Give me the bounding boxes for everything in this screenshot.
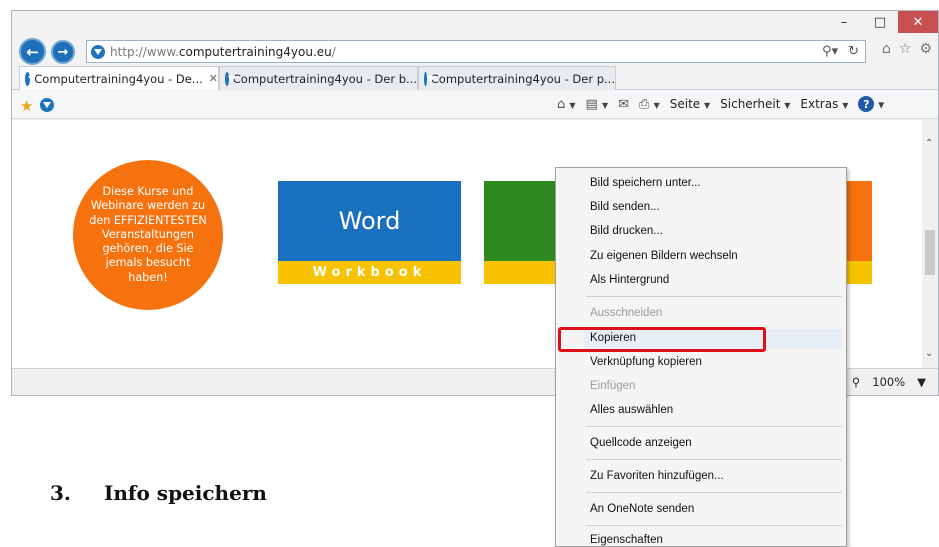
zoom-icon: ⚲ xyxy=(851,375,861,389)
command-bar: ★ ⌂ ▼ ▤ ▼ ✉ ⎙ ▼ Seite ▼ Sicherheit ▼ Ext… xyxy=(12,91,938,119)
tile-subtitle: Workbook xyxy=(278,261,461,284)
tab-close-icon[interactable]: ✕ xyxy=(209,72,218,85)
maximize-icon[interactable]: □ xyxy=(862,11,898,33)
scroll-up-icon[interactable]: ⌃ xyxy=(925,138,933,149)
extras-menu[interactable]: Extras ▼ xyxy=(800,97,848,111)
url-host: computertraining4you.eu xyxy=(178,44,332,59)
site-shield-icon xyxy=(25,71,37,86)
back-arrow-icon[interactable]: ← xyxy=(19,38,46,65)
menu-item-add-favorites[interactable]: Zu Favoriten hinzufügen... xyxy=(590,470,724,482)
print-icon[interactable]: ⎙ ▼ xyxy=(639,97,660,112)
extras-menu-label: Extras xyxy=(800,97,839,111)
close-icon[interactable]: ✕ xyxy=(898,11,938,33)
menu-separator xyxy=(586,296,842,297)
site-shield-icon xyxy=(424,71,435,86)
navigation-row: ← → http://www. computertraining4you.eu / … xyxy=(12,37,938,65)
scroll-thumb[interactable] xyxy=(925,230,935,275)
site-shield-icon xyxy=(91,44,105,59)
menu-item-paste: Einfügen xyxy=(590,380,636,392)
mail-icon[interactable]: ✉ xyxy=(618,97,629,112)
menu-item-my-pictures[interactable]: Zu eigenen Bildern wechseln xyxy=(590,250,738,262)
menu-item-save-image[interactable]: Bild speichern unter... xyxy=(590,177,701,189)
vertical-scrollbar[interactable]: ⌃ ⌄ xyxy=(922,120,938,368)
promo-text: Diese Kurse und Webinare werden zu den E… xyxy=(89,185,207,284)
safety-menu-label: Sicherheit xyxy=(720,97,781,111)
menu-item-copy-shortcut[interactable]: Verknüpfung kopieren xyxy=(590,356,702,368)
search-icon[interactable]: ⚲▾ xyxy=(822,44,838,59)
page-menu[interactable]: Seite ▼ xyxy=(670,97,710,111)
refresh-icon[interactable]: ↻ xyxy=(848,44,859,59)
help-menu[interactable]: ? ▼ xyxy=(858,96,884,112)
site-shield-icon[interactable] xyxy=(40,98,54,112)
tab-label: Computertraining4you - Der p... xyxy=(430,71,615,86)
section-heading: 3. Info speichern xyxy=(50,481,267,505)
zoom-control[interactable]: ⚲ 100% ▼ xyxy=(852,375,926,389)
menu-item-properties[interactable]: Eigenschaften xyxy=(590,534,663,546)
forward-arrow-icon[interactable]: → xyxy=(51,40,75,64)
toolbar-icons: ⌂ ☆ ⚙ xyxy=(882,41,932,57)
favorites-star-icon[interactable]: ☆ xyxy=(899,41,912,57)
menu-item-print-image[interactable]: Bild drucken... xyxy=(590,225,663,237)
tab-bar: Computertraining4you - De... ✕ Computert… xyxy=(12,66,938,90)
menu-separator xyxy=(586,525,842,526)
tab-2[interactable]: Computertraining4you - Der b... xyxy=(219,66,418,90)
menu-item-send-image[interactable]: Bild senden... xyxy=(590,201,660,213)
heading-number: 3. xyxy=(50,481,71,505)
tab-label: Computertraining4you - Der b... xyxy=(232,71,417,86)
minimize-icon[interactable]: – xyxy=(826,11,862,33)
chevron-down-icon[interactable]: ▼ xyxy=(917,375,926,389)
window-controls: – □ ✕ xyxy=(826,11,938,37)
menu-separator xyxy=(586,492,842,493)
menu-separator xyxy=(586,426,842,427)
rss-feed-icon[interactable]: ▤ ▼ xyxy=(586,97,609,112)
help-icon: ? xyxy=(858,96,875,112)
tile-title: Word xyxy=(278,181,461,261)
menu-item-set-background[interactable]: Als Hintergrund xyxy=(590,274,669,286)
site-shield-icon xyxy=(225,71,236,86)
address-bar[interactable]: http://www. computertraining4you.eu / ⚲▾ ↻ xyxy=(86,40,866,63)
home-icon[interactable]: ⌂ ▼ xyxy=(557,97,576,112)
context-menu: Bild speichern unter... Bild senden... B… xyxy=(555,167,847,547)
url-prefix: http://www. xyxy=(110,44,179,59)
tab-3[interactable]: Computertraining4you - Der p... xyxy=(418,66,616,90)
scroll-down-icon[interactable]: ⌄ xyxy=(925,348,933,359)
gear-icon[interactable]: ⚙ xyxy=(919,41,932,57)
menu-item-select-all[interactable]: Alles auswählen xyxy=(590,404,673,416)
menu-item-view-source[interactable]: Quellcode anzeigen xyxy=(590,437,692,449)
safety-menu[interactable]: Sicherheit ▼ xyxy=(720,97,790,111)
add-favorites-icon[interactable]: ★ xyxy=(20,97,33,115)
promo-circle[interactable]: Diese Kurse und Webinare werden zu den E… xyxy=(73,160,223,310)
word-workbook-tile[interactable]: Word Workbook xyxy=(278,181,461,284)
tab-1[interactable]: Computertraining4you - De... ✕ xyxy=(19,66,219,90)
page-menu-label: Seite xyxy=(669,97,701,111)
url-suffix: / xyxy=(331,44,336,59)
address-tools: ⚲▾ ↻ xyxy=(822,44,859,59)
heading-text: Info speichern xyxy=(104,481,267,505)
menu-item-cut: Ausschneiden xyxy=(590,307,663,319)
copy-highlight-box xyxy=(558,327,766,352)
command-items: ⌂ ▼ ▤ ▼ ✉ ⎙ ▼ Seite ▼ Sicherheit ▼ Extra… xyxy=(557,96,884,112)
zoom-level: 100% xyxy=(872,375,906,389)
menu-separator xyxy=(586,459,842,460)
tab-label: Computertraining4you - De... xyxy=(34,71,203,86)
menu-item-send-onenote[interactable]: An OneNote senden xyxy=(590,503,694,515)
home-icon[interactable]: ⌂ xyxy=(882,41,891,57)
